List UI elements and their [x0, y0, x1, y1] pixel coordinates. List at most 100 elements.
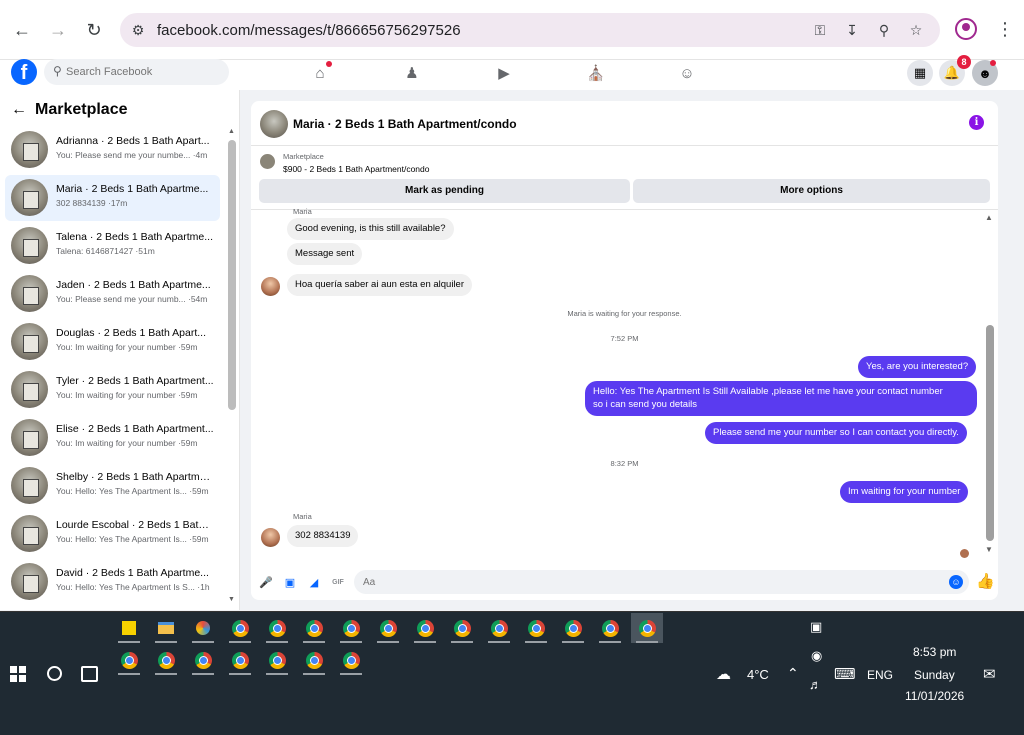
listing-price[interactable]: $900 - 2 Beds 1 Bath Apartment/condo: [283, 164, 430, 174]
listing-thumbnail[interactable]: [260, 154, 275, 169]
chrome-icon: [416, 619, 434, 637]
conversation-item[interactable]: Lourde Escobal · 2 Beds 1 Bath ... You: H…: [5, 511, 220, 557]
friends-icon[interactable]: ♟: [403, 64, 421, 82]
chevron-up-icon[interactable]: ⌃: [787, 665, 799, 682]
conversation-item[interactable]: David · 2 Beds 1 Bath Apartme... You: Hel…: [5, 559, 220, 605]
site-settings-icon[interactable]: ⚙: [128, 20, 148, 40]
file-explorer-icon[interactable]: [150, 613, 182, 643]
chrome-taskbar-icon[interactable]: [261, 645, 293, 675]
key-icon[interactable]: ⚿: [810, 20, 830, 40]
clock-date[interactable]: 11/01/2026: [905, 689, 964, 703]
incoming-message[interactable]: 302 8834139: [287, 525, 359, 547]
scrollbar-thumb[interactable]: [986, 325, 994, 541]
browser-profile-icon[interactable]: [955, 18, 977, 40]
outgoing-message[interactable]: Im waiting for your number: [840, 481, 969, 503]
chat-title[interactable]: Maria · 2 Beds 1 Bath Apartment/condo: [293, 117, 517, 131]
info-icon[interactable]: i: [969, 115, 984, 130]
microphone-icon[interactable]: 🎤: [259, 575, 273, 589]
scroll-down-arrow-icon[interactable]: ▼: [228, 596, 235, 603]
more-options-button[interactable]: More options: [633, 179, 990, 203]
thumbs-up-icon[interactable]: 👍: [976, 572, 995, 590]
clock-day[interactable]: Sunday: [914, 668, 955, 682]
incoming-message[interactable]: Good evening, is this still available?: [287, 218, 454, 240]
chrome-taskbar-icon[interactable]: [224, 645, 256, 675]
back-icon[interactable]: ←: [10, 18, 34, 42]
install-icon[interactable]: ↧: [842, 20, 862, 40]
chrome-taskbar-icon[interactable]: [187, 645, 219, 675]
conversation-item[interactable]: Talena · 2 Beds 1 Bath Apartme... Talena:…: [5, 223, 220, 269]
chrome-taskbar-icon[interactable]: [298, 613, 330, 643]
scrollbar-thumb[interactable]: [228, 140, 236, 410]
task-view-icon[interactable]: [81, 666, 98, 682]
forward-icon[interactable]: →: [46, 18, 70, 42]
message-input[interactable]: [354, 570, 969, 594]
volume-icon[interactable]: ♬: [809, 677, 822, 692]
search-input[interactable]: [66, 62, 216, 82]
keyboard-icon[interactable]: ⌨: [834, 665, 856, 683]
scroll-up-arrow-icon[interactable]: ▲: [985, 213, 993, 222]
network-icon[interactable]: ▣: [810, 619, 822, 635]
language-indicator[interactable]: ENG: [867, 668, 893, 682]
back-arrow-icon[interactable]: ←: [11, 101, 27, 118]
mark-as-pending-button[interactable]: Mark as pending: [259, 179, 630, 203]
chrome-taskbar-icon[interactable]: [409, 613, 441, 643]
weather-temp[interactable]: 4°C: [747, 667, 769, 682]
scroll-up-arrow-icon[interactable]: ▲: [228, 128, 235, 135]
outgoing-message[interactable]: Please send me your number so I can cont…: [705, 422, 967, 444]
conversation-item[interactable]: Shelby · 2 Beds 1 Bath Apartme... You: He…: [5, 463, 220, 509]
chrome-taskbar-icon[interactable]: [483, 613, 515, 643]
groups-icon[interactable]: ☺: [678, 64, 696, 82]
conversation-item[interactable]: Elise · 2 Beds 1 Bath Apartment... You: I…: [5, 415, 220, 461]
home-icon[interactable]: ⌂: [311, 64, 329, 82]
photo-icon[interactable]: ▣: [283, 575, 297, 589]
chrome-icon: [305, 651, 323, 669]
clock-time[interactable]: 8:53 pm: [913, 645, 956, 659]
reload-icon[interactable]: ↻: [82, 18, 106, 42]
chrome-taskbar-icon[interactable]: [335, 613, 367, 643]
incoming-message[interactable]: Message sent: [287, 243, 363, 265]
chrome-taskbar-icon[interactable]: [335, 645, 367, 675]
chrome-taskbar-icon[interactable]: [446, 613, 478, 643]
menu-grid-icon[interactable]: ▦: [907, 60, 933, 86]
notification-center-icon[interactable]: ✉: [983, 665, 996, 683]
facebook-search[interactable]: ⚲: [44, 59, 229, 85]
chrome-taskbar-icon[interactable]: [224, 613, 256, 643]
chrome-taskbar-icon[interactable]: [261, 613, 293, 643]
emoji-icon[interactable]: ☺: [949, 575, 963, 589]
chrome-taskbar-icon[interactable]: [113, 645, 145, 675]
chrome-taskbar-icon[interactable]: [557, 613, 589, 643]
chat-avatar[interactable]: [260, 110, 288, 138]
scroll-down-arrow-icon[interactable]: ▼: [985, 545, 993, 554]
taskbar-search-icon[interactable]: [47, 666, 62, 681]
bookmark-star-icon[interactable]: ☆: [906, 20, 926, 40]
incoming-message[interactable]: Hoa quería saber ai aun esta en alquiler: [287, 274, 473, 296]
zoom-icon[interactable]: ⚲: [874, 20, 894, 40]
weather-icon[interactable]: ☁: [716, 665, 731, 683]
browser-menu-icon[interactable]: ⋮: [996, 19, 1014, 39]
chrome-taskbar-icon[interactable]: [298, 645, 330, 675]
start-windows-icon[interactable]: [10, 666, 26, 682]
chrome-taskbar-icon[interactable]: [594, 613, 626, 643]
paint-icon[interactable]: [187, 613, 219, 643]
address-bar[interactable]: ⚙ facebook.com/messages/t/86665675629752…: [120, 13, 940, 47]
outgoing-message[interactable]: Yes, are you interested?: [858, 356, 977, 378]
sender-avatar[interactable]: [261, 277, 280, 296]
conversation-item[interactable]: Tyler · 2 Beds 1 Bath Apartment... You: I…: [5, 367, 220, 413]
conversation-item[interactable]: Maria · 2 Beds 1 Bath Apartme... 302 8834…: [5, 175, 220, 221]
conversation-item[interactable]: Douglas · 2 Beds 1 Bath Apart... You: Im …: [5, 319, 220, 365]
watch-icon[interactable]: ▶: [495, 64, 513, 82]
gif-icon[interactable]: GIF: [331, 575, 345, 589]
chrome-taskbar-icon[interactable]: [150, 645, 182, 675]
chrome-taskbar-icon[interactable]: [631, 613, 663, 643]
conversation-item[interactable]: Jaden · 2 Beds 1 Bath Apartme... You: Ple…: [5, 271, 220, 317]
chrome-taskbar-icon[interactable]: [372, 613, 404, 643]
outgoing-message[interactable]: Hello: Yes The Apartment Is Still Availa…: [585, 381, 977, 416]
sticky-notes-icon[interactable]: [113, 613, 145, 643]
chrome-taskbar-icon[interactable]: [520, 613, 552, 643]
facebook-logo[interactable]: f: [11, 59, 37, 85]
sender-avatar[interactable]: [261, 528, 280, 547]
sticker-icon[interactable]: ◢: [307, 575, 321, 589]
conversation-item[interactable]: Adrianna · 2 Beds 1 Bath Apart... You: Pl…: [5, 127, 220, 173]
marketplace-icon[interactable]: ⛪: [587, 64, 606, 82]
meet-now-icon[interactable]: ◉: [811, 648, 822, 664]
